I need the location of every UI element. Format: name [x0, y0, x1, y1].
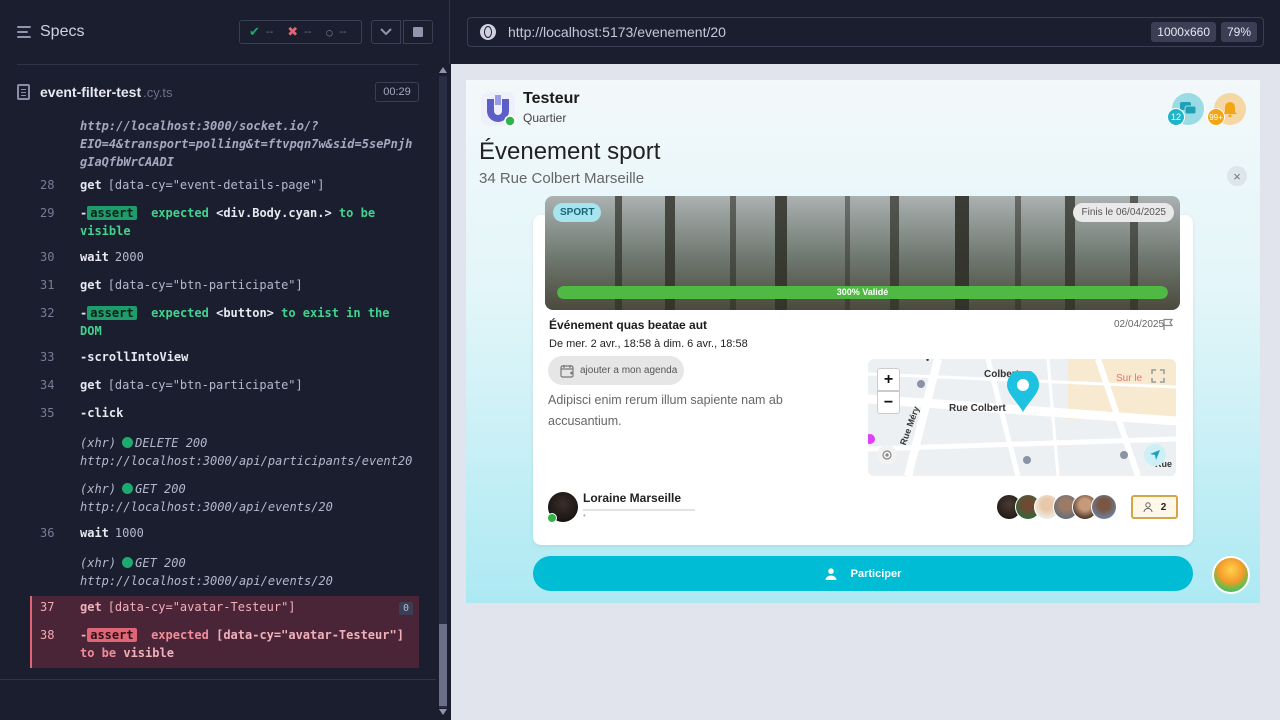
- event-name: Événement quas beatae aut: [549, 318, 708, 332]
- user-name[interactable]: Testeur: [523, 90, 580, 108]
- locate-icon: [882, 450, 892, 460]
- navigation-arrow-icon: [1150, 450, 1160, 460]
- user-role: Quartier: [523, 111, 567, 125]
- stop-button[interactable]: [403, 20, 433, 44]
- add-to-agenda-button[interactable]: ajouter a mon agenda: [548, 356, 684, 385]
- organizer-subtitle: •: [583, 511, 586, 520]
- command-log-panel: Specs ✔ -- ✖ -- ◌ -- event-filter-test .…: [0, 0, 450, 720]
- calendar-plus-icon: [560, 364, 574, 378]
- divider: [17, 64, 419, 65]
- check-icon: ✔: [249, 24, 260, 39]
- run-stats: ✔ -- ✖ -- ◌ --: [239, 20, 362, 44]
- map-street-label: •: [926, 359, 930, 365]
- event-map[interactable]: Rue Colbert Colbert Rue Méry Sur le Rue …: [868, 359, 1176, 476]
- log-url-line: http://localhost:3000/socket.io/?: [80, 119, 319, 133]
- navigate-button[interactable]: [1144, 444, 1166, 466]
- status-dot-icon: [122, 437, 134, 448]
- app-avatar-fab[interactable]: [1212, 556, 1250, 594]
- online-status-icon: [547, 513, 557, 523]
- chevron-down-icon: [380, 28, 392, 36]
- passed-stat: ✔ --: [249, 24, 274, 39]
- spec-file-row[interactable]: event-filter-test .cy.ts: [17, 79, 419, 105]
- participate-button[interactable]: Participer: [533, 556, 1193, 591]
- event-date: 02/04/2025: [1114, 319, 1165, 330]
- zoom-badge[interactable]: 79%: [1220, 22, 1257, 42]
- menu-icon[interactable]: [17, 25, 33, 39]
- spec-duration: 00:29: [375, 82, 419, 102]
- stop-icon: [413, 27, 423, 37]
- status-dot-icon: [122, 483, 134, 494]
- spec-ext: .cy.ts: [143, 84, 173, 100]
- element-count-badge: 0: [398, 602, 413, 615]
- preview-toolbar: http://localhost:5173/evenement/20 1000x…: [451, 0, 1280, 64]
- organizer-name[interactable]: Loraine Marseille: [583, 491, 681, 505]
- notification-count-badge: 99+: [1207, 108, 1225, 126]
- user-icon: [1143, 502, 1153, 512]
- scroll-down-icon[interactable]: [439, 709, 447, 715]
- x-icon: ✖: [287, 24, 299, 39]
- validation-progress: 300% Validé: [557, 286, 1168, 299]
- scroll-thumb[interactable]: [439, 624, 447, 706]
- url-text: http://localhost:5173/evenement/20: [508, 24, 726, 40]
- url-bar[interactable]: http://localhost:5173/evenement/20 1000x…: [467, 17, 1264, 47]
- preview-panel: http://localhost:5173/evenement/20 1000x…: [451, 0, 1280, 720]
- event-description: Adipisci enim rerum illum sapiente nam a…: [548, 393, 783, 428]
- event-banner-image: SPORT Finis le 06/04/2025 300% Validé: [545, 196, 1180, 310]
- end-date-tag: Finis le 06/04/2025: [1073, 203, 1174, 222]
- status-dot-icon: [122, 557, 134, 568]
- viewport-size-badge[interactable]: 1000x660: [1151, 22, 1216, 42]
- divider: [0, 679, 450, 680]
- scrollbar[interactable]: [436, 64, 450, 720]
- spec-name: event-filter-test: [40, 84, 142, 100]
- chat-count-badge: 12: [1167, 108, 1185, 126]
- pending-stat: ◌ --: [325, 24, 347, 40]
- spinner-icon: ◌: [325, 24, 334, 40]
- log-url-line: EIO=4&transport=polling&t=ftvpqn7w&sid=5…: [80, 137, 413, 151]
- category-tag: SPORT: [553, 203, 602, 222]
- xhr-row[interactable]: (xhr) DELETE 200 http://localhost:3000/ap…: [80, 434, 412, 470]
- app-logo-icon: [481, 92, 516, 127]
- xhr-row[interactable]: (xhr) GET 200 http://localhost:3000/api/e…: [80, 554, 333, 590]
- locate-button[interactable]: [877, 445, 897, 465]
- event-times: De mer. 2 avr., 18:58 à dim. 6 avr., 18:…: [549, 338, 748, 350]
- app-frame: Testeur Quartier 12 99+ Évenement sport …: [466, 80, 1260, 603]
- document-icon: [17, 84, 30, 100]
- map-street-label: Rue Colbert: [949, 403, 1006, 414]
- progress-label: 300% Validé: [836, 287, 889, 297]
- bell-icon: [1223, 102, 1237, 117]
- specs-title[interactable]: Specs: [40, 23, 84, 41]
- failed-stat: ✖ --: [287, 24, 312, 39]
- participant-avatar[interactable]: [1091, 494, 1117, 520]
- log-url-line: gIaQfbWrCAADI: [80, 155, 174, 169]
- participant-count-button[interactable]: 2: [1131, 495, 1178, 519]
- xhr-row[interactable]: (xhr) GET 200 http://localhost:3000/api/e…: [80, 480, 333, 516]
- event-address: 34 Rue Colbert Marseille: [479, 170, 645, 187]
- map-zoom-in-button[interactable]: +: [877, 368, 900, 391]
- chevron-down-button[interactable]: [371, 20, 401, 44]
- user-icon: [825, 567, 837, 580]
- fullscreen-icon[interactable]: [1151, 369, 1165, 383]
- globe-icon: [480, 24, 496, 40]
- page-title: Évenement sport: [479, 138, 661, 165]
- close-button[interactable]: ×: [1227, 166, 1247, 186]
- command-log: http://localhost:3000/socket.io/? EIO=4&…: [30, 112, 419, 668]
- divider: [583, 509, 695, 511]
- assert-badge: assert: [87, 206, 137, 220]
- scroll-up-icon[interactable]: [439, 67, 447, 73]
- map-zoom-out-button[interactable]: −: [877, 391, 900, 414]
- assert-badge: assert: [87, 306, 137, 320]
- assert-badge: assert: [87, 628, 137, 642]
- map-poi-label: Sur le: [1116, 373, 1143, 384]
- map-pin-icon[interactable]: [1005, 371, 1041, 413]
- flag-icon[interactable]: [1162, 318, 1174, 330]
